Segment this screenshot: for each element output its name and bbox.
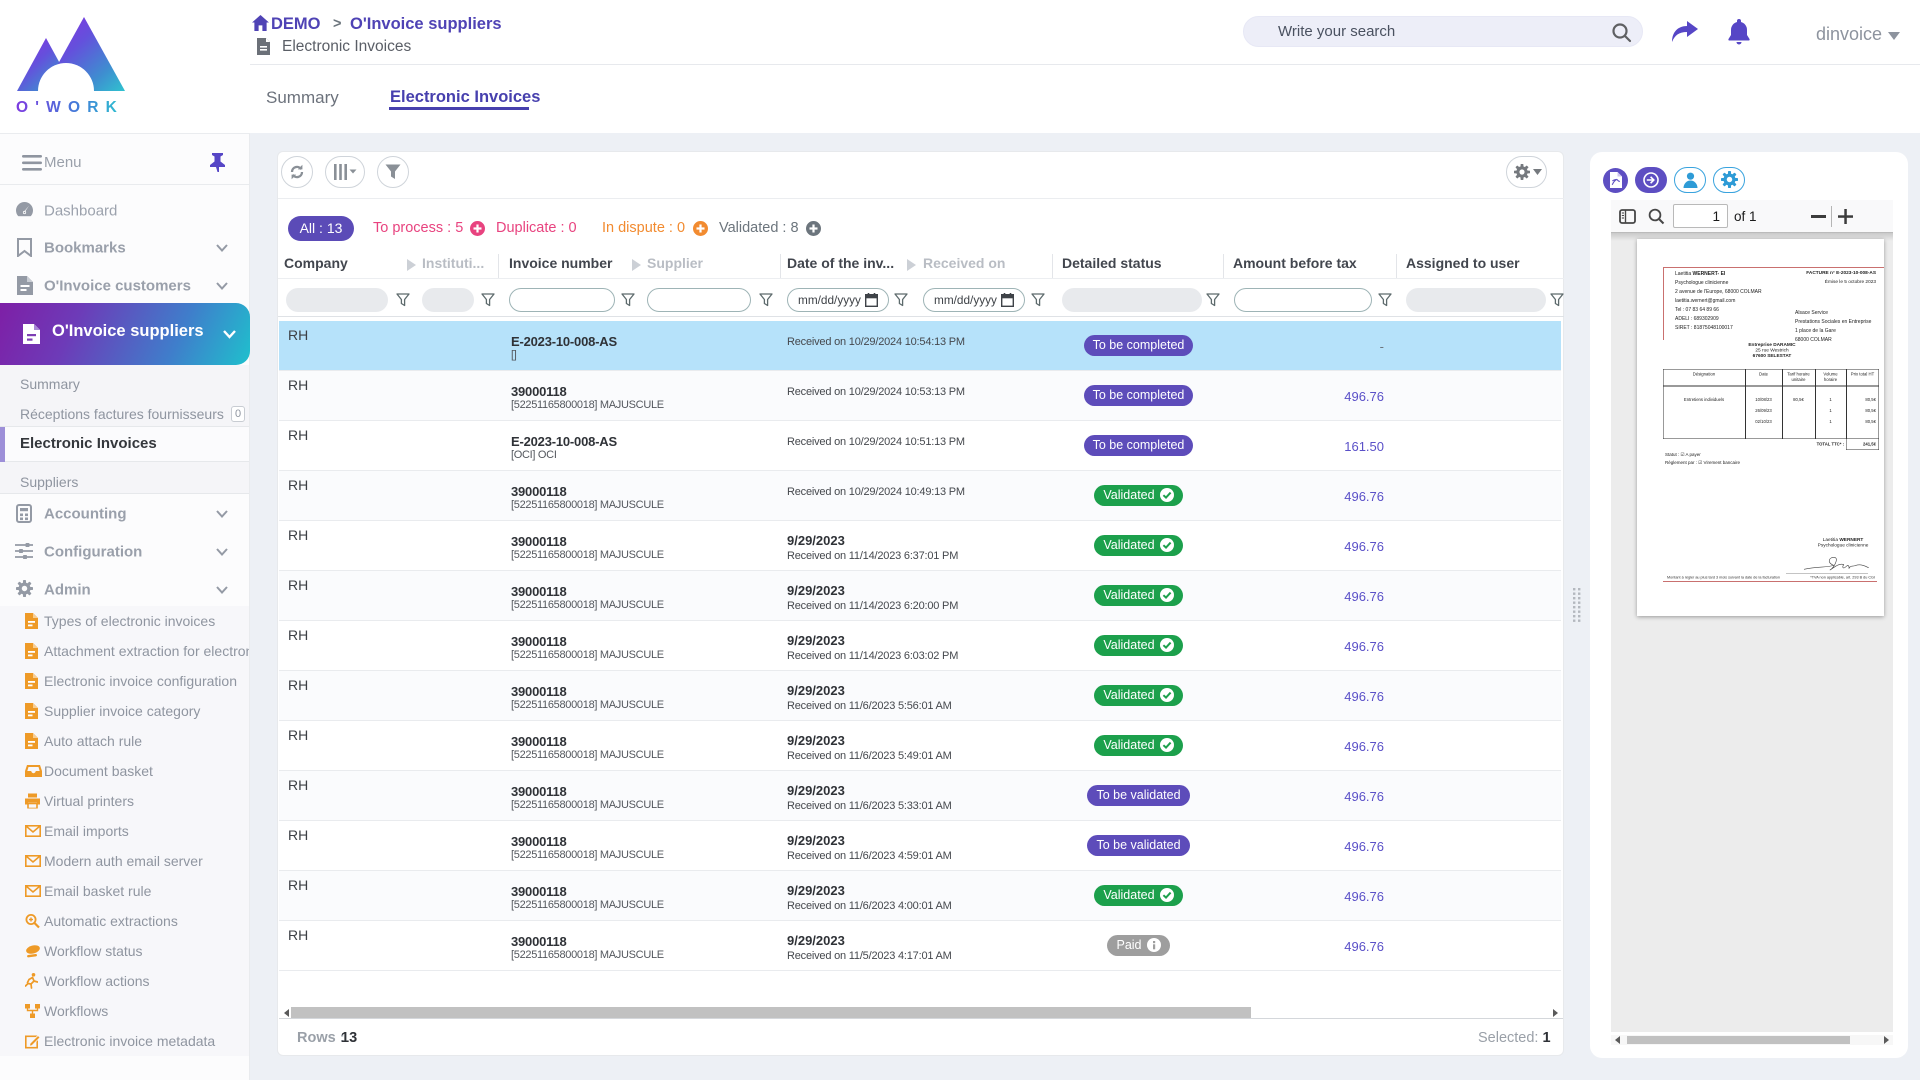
svg-text:O'WORK: O'WORK	[16, 99, 124, 116]
